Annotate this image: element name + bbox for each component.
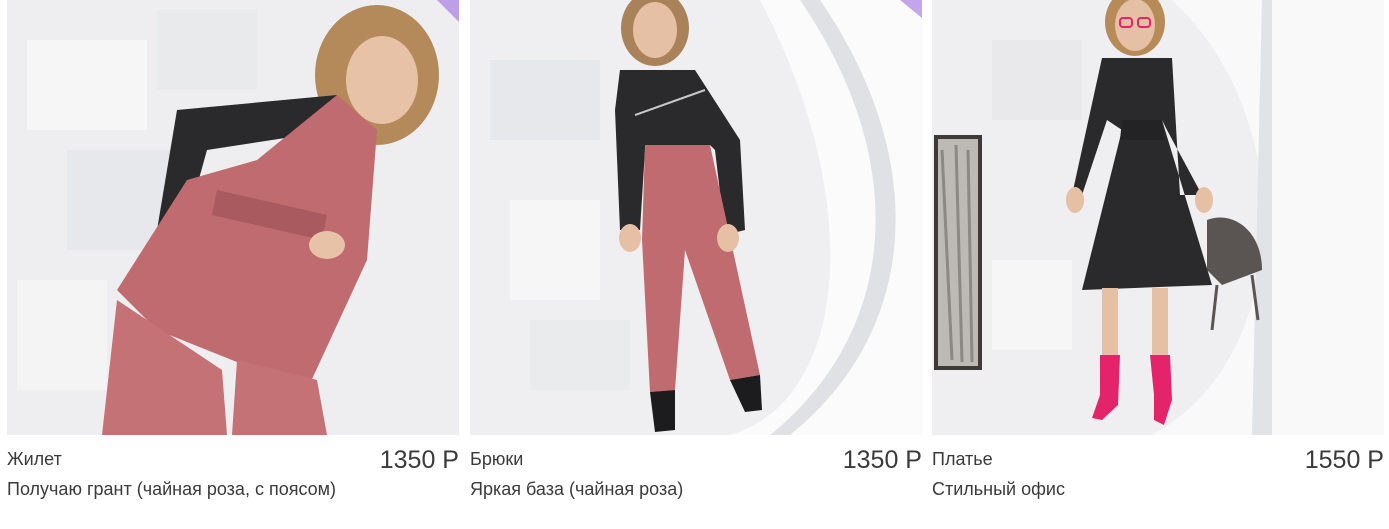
product-grid: Жилет Получаю грант (чайная роза, с пояс… (0, 0, 1389, 529)
product-photo[interactable] (932, 0, 1384, 435)
product-price: 1350 Р (842, 446, 922, 474)
product-card[interactable]: Брюки Яркая база (чайная роза) 1350 Р (470, 0, 922, 529)
model-pink-trousers-photo (470, 0, 922, 435)
product-card[interactable]: Платье Стильный офис 1550 Р (932, 0, 1384, 529)
product-name[interactable]: Брюки (470, 449, 523, 470)
product-price: 1350 Р (379, 446, 459, 474)
product-collection[interactable]: Получаю грант (чайная роза, с поясом) (7, 479, 336, 500)
model-pink-vest-photo (7, 0, 459, 435)
product-name[interactable]: Жилет (7, 449, 62, 470)
product-card[interactable]: Жилет Получаю грант (чайная роза, с пояс… (7, 0, 459, 529)
product-photo[interactable] (7, 0, 459, 435)
product-name[interactable]: Платье (932, 449, 993, 470)
model-black-dress-photo (932, 0, 1384, 435)
product-collection[interactable]: Яркая база (чайная роза) (470, 479, 683, 500)
product-collection[interactable]: Стильный офис (932, 479, 1065, 500)
product-photo[interactable] (470, 0, 922, 435)
product-price: 1550 Р (1304, 446, 1384, 474)
